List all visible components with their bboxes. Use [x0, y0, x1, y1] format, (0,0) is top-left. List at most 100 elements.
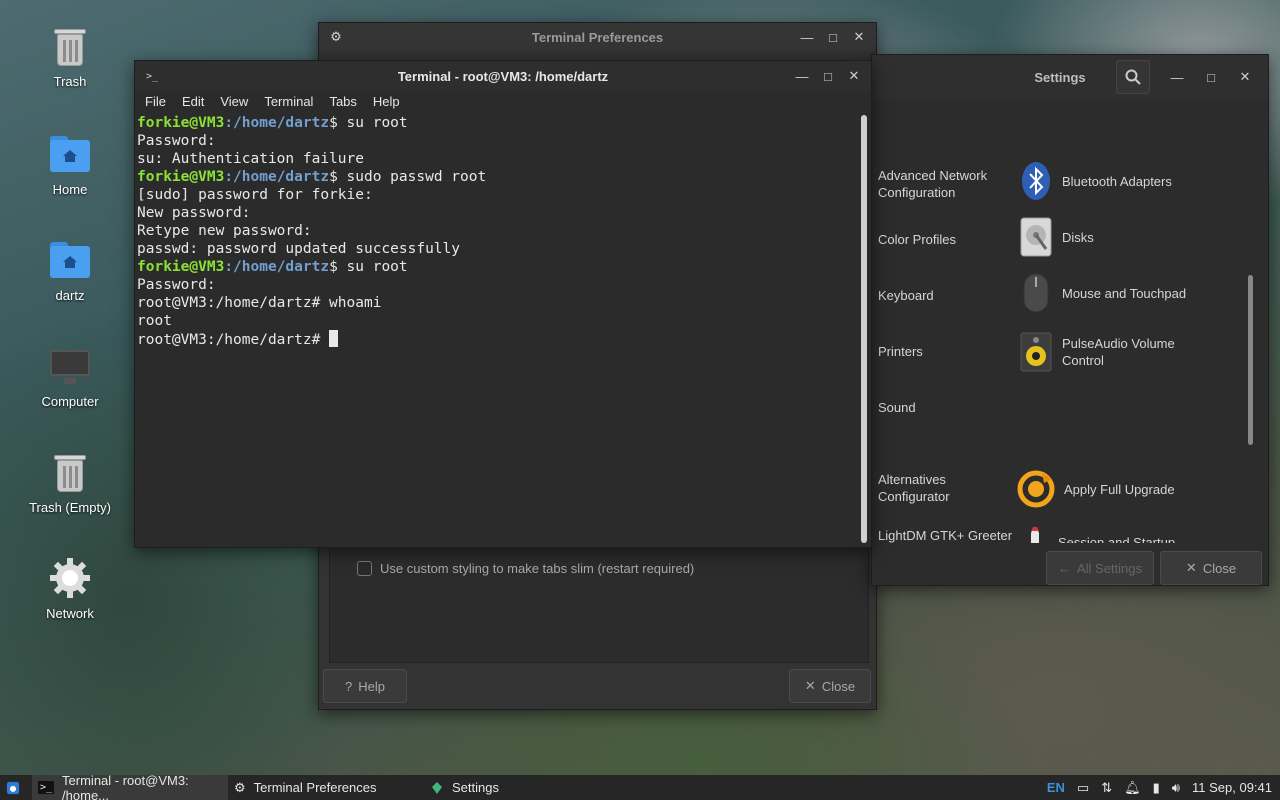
setting-label: Bluetooth Adapters [1062, 173, 1172, 189]
mouse-icon [1020, 273, 1052, 313]
setting-sound[interactable]: Sound [878, 399, 916, 416]
gear-icon[interactable]: ⚙ [323, 26, 349, 48]
settings-scrollbar-thumb[interactable] [1248, 275, 1253, 445]
terminal-window: >_ Terminal - root@VM3: /home/dartz — □ … [134, 60, 872, 548]
menu-tabs[interactable]: Tabs [321, 91, 364, 113]
setting-lightdm[interactable]: LightDM GTK+ Greeter [878, 527, 1012, 544]
xfce-logo-icon [6, 781, 20, 794]
help-icon: ? [345, 678, 353, 694]
task-settings[interactable]: Settings [424, 775, 620, 800]
setting-label: Alternatives Configurator [878, 472, 950, 504]
setting-session-startup[interactable]: Session and Startup [1022, 527, 1175, 543]
setting-color-profiles[interactable]: Color Profiles [878, 231, 956, 248]
close-label: Close [821, 678, 856, 694]
settings-titlebar[interactable]: Settings — □ ✕ [872, 55, 1268, 99]
upgrade-icon [1016, 469, 1056, 509]
notification-bell-icon[interactable]: 🔔︎ [1124, 780, 1141, 796]
setting-bluetooth[interactable]: Bluetooth Adapters [1020, 162, 1172, 200]
desktop-icon-computer[interactable]: Computer [20, 344, 120, 409]
desktop-icon-label: Trash [53, 74, 87, 89]
all-settings-label: All Settings [1076, 560, 1143, 576]
task-terminal-preferences[interactable]: ⚙ Terminal Preferences [228, 775, 424, 800]
keyboard-layout[interactable]: EN [1047, 780, 1065, 795]
setting-alternatives[interactable]: Alternatives Configurator [878, 471, 988, 505]
minimize-button[interactable]: — [789, 65, 815, 87]
taskbar: >_ Terminal - root@VM3: /home... ⚙ Termi… [0, 772, 1280, 800]
terminal-line: root@VM3:/home/dartz# whoami [137, 295, 382, 311]
terminal-scrollbar[interactable] [861, 115, 867, 543]
terminal-line: Retype new password: [137, 223, 312, 239]
network-gear-icon [48, 556, 92, 600]
desktop-icon-dartz[interactable]: dartz [20, 238, 120, 303]
setting-advanced-network[interactable]: Advanced Network Configuration [878, 167, 1008, 201]
prefs-titlebar[interactable]: ⚙ Terminal Preferences — □ ✕ [319, 23, 876, 51]
setting-keyboard[interactable]: Keyboard [878, 287, 934, 304]
menu-help[interactable]: Help [365, 91, 408, 113]
maximize-button[interactable]: □ [815, 65, 841, 87]
desktop-icon-trash[interactable]: Trash [20, 24, 120, 89]
gear-icon: ⚙ [234, 779, 246, 795]
menu-view[interactable]: View [212, 91, 256, 113]
setting-label: Keyboard [878, 288, 934, 303]
close-button[interactable]: ✕ [1232, 66, 1258, 88]
setting-apply-upgrade[interactable]: Apply Full Upgrade [1016, 469, 1175, 509]
setting-printers[interactable]: Printers [878, 343, 923, 360]
task-label: Settings [452, 780, 499, 795]
close-button[interactable]: ✕ [841, 65, 867, 87]
desktop-icon-trash-empty[interactable]: Trash (Empty) [20, 450, 120, 515]
help-label: Help [358, 678, 385, 694]
maximize-button[interactable]: □ [1198, 66, 1224, 88]
terminal-line: New password: [137, 205, 251, 221]
setting-label: LightDM GTK+ Greeter [878, 528, 1013, 543]
battery-icon[interactable]: ▮ [1153, 780, 1160, 796]
close-button[interactable]: ✕ [846, 26, 872, 48]
terminal-menubar: File Edit View Terminal Tabs Help [135, 91, 871, 113]
terminal-icon: >_ [38, 781, 55, 794]
task-label: Terminal - root@VM3: /home... [62, 772, 189, 800]
menu-terminal[interactable]: Terminal [256, 91, 321, 113]
clock[interactable]: 11 Sep, 09:41 [1192, 780, 1272, 795]
setting-pulseaudio[interactable]: PulseAudio Volume Control [1020, 332, 1200, 372]
terminal-output[interactable]: forkie@VM3:/home/dartz$ su root Password:… [135, 113, 857, 545]
setting-mouse[interactable]: Mouse and Touchpad [1020, 273, 1187, 313]
setting-label: Disks [1062, 229, 1094, 245]
terminal-line: forkie@VM3:/home/dartz$ sudo passwd root [137, 169, 487, 185]
settings-scrollbar[interactable] [1246, 115, 1254, 545]
search-icon [1125, 69, 1141, 85]
desktop-icon-network[interactable]: Network [20, 556, 120, 621]
setting-label: Mouse and Touchpad [1062, 285, 1187, 301]
setting-disks[interactable]: Disks [1020, 217, 1094, 257]
whisker-menu-button[interactable] [0, 775, 26, 800]
network-icon[interactable]: ⇅ [1101, 780, 1112, 796]
minimize-button[interactable]: — [1164, 66, 1190, 88]
desktop-icon-label: Home [52, 182, 88, 197]
terminal-line: root@VM3:/home/dartz# [137, 330, 855, 349]
task-terminal[interactable]: >_ Terminal - root@VM3: /home... [32, 772, 228, 800]
menu-file[interactable]: File [137, 91, 174, 113]
desktop-icon-label: Trash (Empty) [29, 500, 111, 515]
terminal-line: forkie@VM3:/home/dartz$ su root [137, 115, 408, 131]
menu-edit[interactable]: Edit [174, 91, 212, 113]
settings-close-button[interactable]: ✕ Close [1160, 551, 1262, 585]
terminal-titlebar[interactable]: >_ Terminal - root@VM3: /home/dartz — □ … [135, 61, 871, 91]
desktop-icon-label: Network [46, 606, 94, 621]
terminal-line: Password: [137, 133, 216, 149]
volume-icon[interactable]: 🔊︎ [1172, 780, 1180, 796]
terminal-icon[interactable]: >_ [139, 65, 165, 87]
trash-icon [48, 24, 92, 68]
desktop-icon-home[interactable]: Home [20, 132, 120, 197]
desktop-icon-label: dartz [55, 288, 85, 303]
prefs-close-button[interactable]: ✕ Close [789, 669, 871, 703]
speaker-icon [1020, 332, 1052, 372]
display-icon[interactable]: ▭ [1077, 780, 1089, 796]
settings-window: Settings — □ ✕ Advanced Network Configur… [871, 54, 1269, 586]
search-button[interactable] [1116, 60, 1150, 94]
minimize-button[interactable]: — [794, 26, 820, 48]
slim-tabs-option[interactable]: Use custom styling to make tabs slim (re… [357, 561, 694, 576]
maximize-button[interactable]: □ [820, 26, 846, 48]
slim-tabs-checkbox[interactable] [357, 561, 372, 576]
help-button[interactable]: ? Help [323, 669, 407, 703]
close-label: Close [1202, 560, 1237, 576]
settings-icon [432, 781, 442, 794]
setting-label: Apply Full Upgrade [1064, 481, 1175, 497]
